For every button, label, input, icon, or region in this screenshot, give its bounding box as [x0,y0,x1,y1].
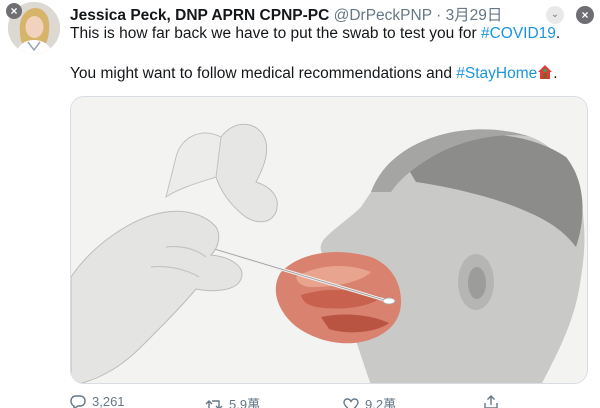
heart-icon [343,398,359,408]
hashtag-stayhome[interactable]: #StayHome [456,65,537,82]
text-segment: . [555,25,561,42]
tweet-header: Jessica Peck, DNP APRN CPNP-PC @DrPeckPN… [70,3,502,25]
share-button[interactable] [483,394,505,408]
tweet-date[interactable]: 3月29日 [446,7,503,24]
author-handle[interactable]: @DrPeckPNP [334,7,432,24]
tweet-media-image[interactable] [70,96,588,384]
separator: · [436,7,442,24]
tweet-line-2: You might want to follow medical recomme… [70,64,590,84]
chevron-down-icon[interactable]: ⌄ [546,6,564,24]
like-count: 9.2萬 [365,397,397,408]
tweet-text: This is how far back we have to put the … [70,24,590,84]
house-emoji-icon [537,64,553,80]
reply-count: 3,261 [92,394,125,408]
text-segment: This is how far back we have to put the … [70,25,481,42]
tweet-actions: 3,261 5.9萬 9.2萬 [70,394,510,408]
text-segment: You might want to follow medical recomme… [70,65,457,82]
retweet-count: 5.9萬 [229,397,261,408]
close-icon[interactable]: × [576,6,594,24]
retweet-icon [205,400,223,408]
reply-icon [70,395,86,408]
text-segment: . [553,65,558,82]
swab-illustration [71,97,587,383]
hashtag-covid19[interactable]: #COVID19 [481,25,556,42]
retweet-button[interactable]: 5.9萬 [205,394,260,408]
reply-button[interactable]: 3,261 [70,394,125,408]
tweet-line-1: This is how far back we have to put the … [70,24,590,44]
share-icon [484,395,498,408]
author-name[interactable]: Jessica Peck, DNP APRN CPNP-PC [70,7,329,24]
close-icon[interactable]: × [6,3,22,19]
like-button[interactable]: 9.2萬 [343,394,396,408]
